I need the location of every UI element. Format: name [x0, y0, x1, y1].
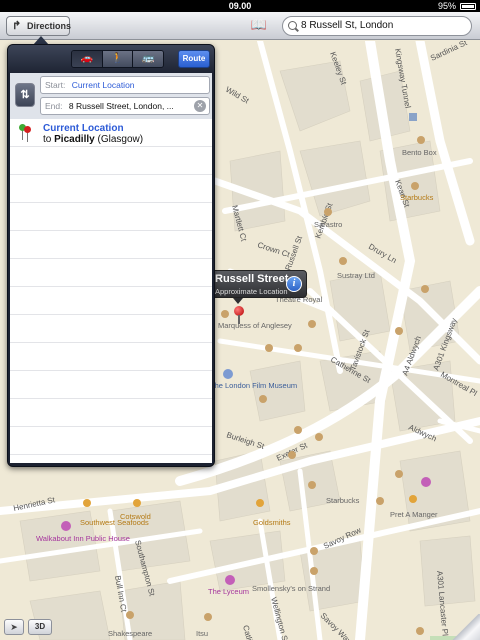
- location-arrow-icon: ➤: [10, 622, 18, 632]
- start-label: Start:: [45, 80, 66, 90]
- walk-mode-button[interactable]: 🚶: [102, 51, 134, 67]
- end-value: 8 Russell Street, London, ...: [68, 101, 174, 111]
- poi-label: Pret A Manger: [390, 510, 438, 519]
- poi-label: Goldsmiths: [253, 518, 291, 527]
- callout-tail: [233, 298, 243, 304]
- toolbar: ↱ Directions 📖 8 Russell St, London: [0, 12, 480, 40]
- start-field[interactable]: Start: Current Location: [40, 76, 210, 94]
- walk-icon: 🚶: [111, 53, 124, 64]
- location-callout[interactable]: Russell Street Approximate Location i: [210, 270, 307, 298]
- poi-label: Shakespeare: [108, 629, 152, 638]
- status-time: 09.00: [228, 1, 252, 11]
- status-bar: 09.00 95%: [0, 0, 480, 12]
- poi-label: Sarastro: [314, 220, 342, 229]
- route-button[interactable]: Route: [178, 50, 210, 68]
- poi-label: Smollensky's on Strand: [252, 584, 330, 593]
- poi-label: The Lyceum: [208, 587, 249, 596]
- poi-label: Walkabout Inn Public House: [36, 534, 130, 543]
- search-input[interactable]: 8 Russell St, London: [282, 16, 472, 36]
- turn-arrow-icon: ↱: [12, 20, 22, 32]
- poi-label: Marquess of Anglesey: [218, 321, 292, 330]
- poi-label: Cotswold: [120, 512, 151, 521]
- 3d-button[interactable]: 3D: [28, 619, 52, 635]
- callout-subtitle: Approximate Location: [215, 287, 288, 296]
- swap-icon[interactable]: ⇅: [15, 83, 35, 107]
- bus-mode-button[interactable]: 🚌: [133, 51, 163, 67]
- result-title: Current Location: [43, 123, 124, 134]
- route-fields: ⇅ Start: Current Location End: 8 Russell…: [10, 73, 212, 119]
- poi-label: Sustray Ltd: [337, 271, 375, 280]
- battery-icon: [460, 3, 476, 10]
- locate-button[interactable]: ➤: [4, 619, 24, 635]
- directions-popover: 🚗 🚶 🚌 Route ⇅ Start: Current Location En…: [7, 44, 215, 467]
- directions-button[interactable]: ↱ Directions: [6, 16, 72, 36]
- transport-mode-control: 🚗 🚶 🚌: [71, 50, 164, 68]
- directions-header: 🚗 🚶 🚌 Route: [8, 45, 214, 73]
- result-subtitle: to Picadilly (Glasgow): [43, 134, 143, 145]
- bus-icon: 🚌: [141, 53, 155, 64]
- results-list: Current Location to Picadilly (Glasgow): [10, 119, 212, 463]
- location-pin-icon[interactable]: [234, 306, 244, 324]
- callout-title: Russell Street: [215, 273, 289, 285]
- poi-label: Itsu: [196, 629, 208, 638]
- search-icon: [288, 21, 297, 30]
- battery-percent: 95%: [437, 1, 456, 11]
- poi-label: Bento Box: [402, 148, 437, 157]
- car-mode-button[interactable]: 🚗: [72, 51, 103, 67]
- car-icon: 🚗: [80, 53, 94, 64]
- end-label: End:: [45, 101, 63, 111]
- page-curl-button[interactable]: [452, 614, 480, 640]
- route-pins-icon: [19, 124, 31, 142]
- list-item[interactable]: Current Location to Picadilly (Glasgow): [10, 119, 212, 147]
- result-destination: Picadilly: [54, 134, 95, 145]
- result-to: to: [43, 134, 52, 145]
- end-field[interactable]: End: 8 Russell Street, London, ... ✕: [40, 97, 210, 115]
- clear-icon[interactable]: ✕: [194, 100, 206, 112]
- bookmarks-icon[interactable]: 📖: [250, 18, 268, 32]
- start-value: Current Location: [71, 80, 135, 90]
- search-value: 8 Russell St, London: [301, 20, 394, 31]
- poi-label: The London Film Museum: [210, 381, 297, 390]
- result-destination-extra: (Glasgow): [97, 134, 144, 145]
- directions-label: Directions: [27, 21, 72, 31]
- poi-label: Starbucks: [400, 193, 434, 202]
- poi-label: Starbucks: [326, 496, 360, 505]
- info-icon[interactable]: i: [286, 276, 302, 292]
